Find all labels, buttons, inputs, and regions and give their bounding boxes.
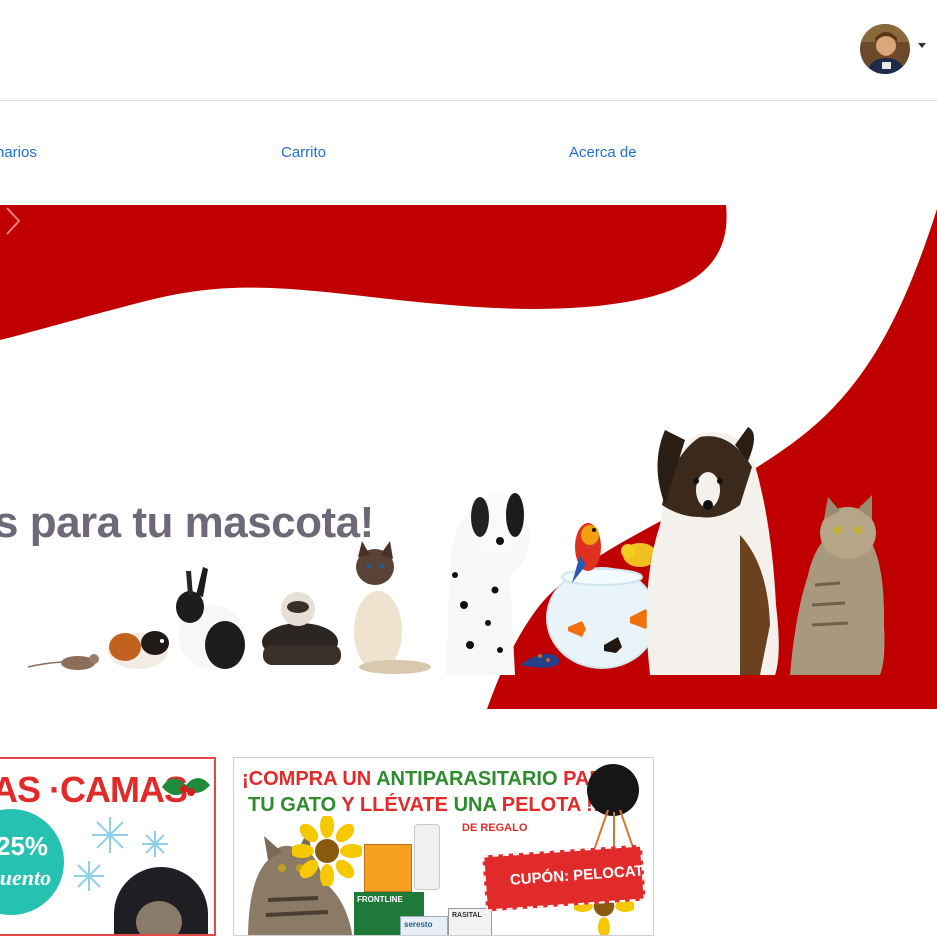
nav-link-carrito[interactable]: Carrito <box>281 144 326 162</box>
discount-value: 25% <box>0 831 49 861</box>
siamese-cat-image <box>354 541 431 674</box>
mouse-image <box>27 654 99 670</box>
coupon-code: CUPÓN: PELOCAT <box>509 862 645 889</box>
promo-card-antiparasitic[interactable]: ¡COMPRA UN ANTIPARASITARIO PARA TU GATO … <box>233 757 654 936</box>
lizard-image <box>520 653 560 668</box>
tabby-cat-image <box>790 495 885 675</box>
product-box <box>364 844 412 892</box>
snowflake-icon <box>142 831 168 857</box>
snowflake-icon <box>74 861 104 891</box>
discount-badge: 25% cuento <box>0 809 64 915</box>
pet-bed-image <box>114 867 208 934</box>
avatar[interactable] <box>860 24 910 74</box>
main-nav <box>0 101 937 205</box>
rabbit-image <box>176 567 245 669</box>
gift-label: DE REGALO <box>462 822 528 834</box>
collie-dog-image <box>646 427 779 675</box>
guinea-pig-image <box>108 631 169 669</box>
fishbowl-image <box>546 567 658 669</box>
sunflower-icon <box>292 816 362 886</box>
product-rasital: RASITAL <box>448 908 492 935</box>
coupon-badge: CUPÓN: PELOCAT <box>482 844 646 912</box>
top-bar <box>0 0 937 101</box>
pets-illustration <box>27 427 885 675</box>
promo-line-1: ¡COMPRA UN ANTIPARASITARIO PARA <box>242 768 619 790</box>
ferret-image <box>262 592 341 665</box>
nav-link-acerca-de[interactable]: Acerca de <box>569 144 637 162</box>
discount-label: cuento <box>0 865 52 890</box>
dalmatian-image <box>446 493 530 675</box>
product-spray <box>414 824 440 890</box>
promo-line-2: TU GATO Y LLÉVATE UNA PELOTA !! <box>248 794 600 816</box>
snowflake-icon <box>92 817 128 853</box>
product-seresto: seresto <box>400 916 448 935</box>
holly-icon <box>162 778 210 796</box>
promo-card-beds[interactable]: AS ·CAMAS 25% cuento <box>0 757 216 936</box>
chevron-down-icon[interactable] <box>918 43 926 48</box>
hero-carousel: s para tu mascota! <box>0 205 937 709</box>
nav-link-usuarios[interactable]: narios <box>0 144 37 162</box>
user-menu[interactable] <box>860 24 930 76</box>
chevron-right-icon[interactable] <box>0 205 26 237</box>
